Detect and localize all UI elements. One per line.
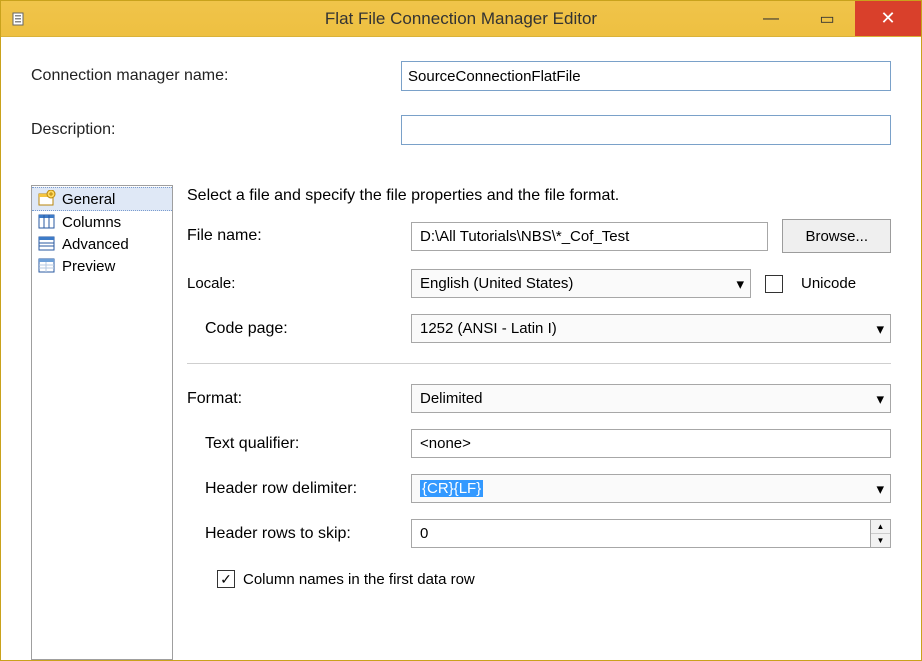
file-name-input[interactable]: D:\All Tutorials\NBS\*_Cof_Test <box>411 222 768 251</box>
text-qualifier-label: Text qualifier: <box>187 435 397 453</box>
page-nav: General Columns Advanced <box>31 185 173 660</box>
locale-dropdown[interactable]: English (United States) ▾ <box>411 269 751 298</box>
codepage-row: Code page: 1252 (ANSI - Latin I) ▾ <box>187 314 891 343</box>
text-qualifier-input[interactable]: <none> <box>411 429 891 458</box>
main-split: General Columns Advanced <box>31 185 891 660</box>
spin-up-icon: ▲ <box>877 522 885 531</box>
locale-label: Locale: <box>187 275 397 292</box>
sidebar-item-general[interactable]: General <box>32 187 172 211</box>
detail-panel: Select a file and specify the file prope… <box>187 185 891 660</box>
columns-icon <box>38 213 56 231</box>
sidebar-item-label: Advanced <box>62 236 129 253</box>
codepage-dropdown[interactable]: 1252 (ANSI - Latin I) ▾ <box>411 314 891 343</box>
header-rows-skip-label: Header rows to skip: <box>187 525 397 543</box>
sidebar-item-advanced[interactable]: Advanced <box>32 233 172 255</box>
chevron-down-icon: ▾ <box>736 275 744 293</box>
spin-up-button[interactable]: ▲ <box>871 520 890 534</box>
connection-name-label: Connection manager name: <box>31 67 401 85</box>
format-row: Format: Delimited ▾ <box>187 384 891 413</box>
spin-down-button[interactable]: ▼ <box>871 534 890 547</box>
format-dropdown[interactable]: Delimited ▾ <box>411 384 891 413</box>
client-area: Connection manager name: Description: Ge… <box>1 37 921 660</box>
connection-name-input[interactable] <box>401 61 891 91</box>
browse-button[interactable]: Browse... <box>782 219 891 253</box>
unicode-checkbox[interactable] <box>765 275 783 293</box>
format-label: Format: <box>187 390 397 408</box>
sidebar-item-preview[interactable]: Preview <box>32 255 172 277</box>
editor-window: Flat File Connection Manager Editor — ▭ … <box>0 0 922 661</box>
text-qualifier-row: Text qualifier: <none> <box>187 429 891 458</box>
codepage-value: 1252 (ANSI - Latin I) <box>420 320 557 337</box>
header-rows-skip-input[interactable] <box>411 519 871 548</box>
section-divider <box>187 363 891 364</box>
chevron-down-icon: ▾ <box>876 390 884 408</box>
description-input[interactable] <box>401 115 891 145</box>
header-rows-skip-spinner: ▲ ▼ <box>411 519 891 548</box>
header-rows-skip-row: Header rows to skip: ▲ ▼ <box>187 519 891 548</box>
window-buttons: — ▭ ✕ <box>743 1 921 36</box>
sidebar-item-label: Columns <box>62 214 121 231</box>
header-row-delim-value: {CR}{LF} <box>420 480 483 497</box>
general-icon <box>38 190 56 208</box>
instruction-text: Select a file and specify the file prope… <box>187 187 891 205</box>
minimize-button[interactable]: — <box>743 1 799 36</box>
format-value: Delimited <box>420 390 483 407</box>
maximize-icon: ▭ <box>819 9 834 29</box>
file-name-row: File name: D:\All Tutorials\NBS\*_Cof_Te… <box>187 219 891 253</box>
text-qualifier-value: <none> <box>420 435 471 452</box>
sidebar-item-columns[interactable]: Columns <box>32 211 172 233</box>
close-button[interactable]: ✕ <box>855 1 921 36</box>
check-icon: ✓ <box>220 571 232 588</box>
header-row-delim-label: Header row delimiter: <box>187 480 397 498</box>
locale-value: English (United States) <box>420 275 573 292</box>
col-names-checkbox[interactable]: ✓ <box>217 570 235 588</box>
app-icon <box>11 11 27 27</box>
advanced-icon <box>38 235 56 253</box>
sidebar-item-label: General <box>62 191 115 208</box>
col-names-row: ✓ Column names in the first data row <box>217 570 891 588</box>
top-fields: Connection manager name: Description: <box>31 61 891 145</box>
locale-row: Locale: English (United States) ▾ Unicod… <box>187 269 891 298</box>
maximize-button[interactable]: ▭ <box>799 1 855 36</box>
codepage-label: Code page: <box>187 320 397 338</box>
minimize-icon: — <box>763 10 779 28</box>
file-name-label: File name: <box>187 227 397 245</box>
description-label: Description: <box>31 121 401 139</box>
header-row-delim-dropdown[interactable]: {CR}{LF} ▾ <box>411 474 891 503</box>
close-icon: ✕ <box>880 8 895 29</box>
col-names-label: Column names in the first data row <box>243 571 475 588</box>
unicode-label: Unicode <box>801 275 856 292</box>
titlebar: Flat File Connection Manager Editor — ▭ … <box>1 1 921 37</box>
unicode-group: Unicode <box>765 275 891 293</box>
spin-buttons: ▲ ▼ <box>871 519 891 548</box>
header-row-delim-row: Header row delimiter: {CR}{LF} ▾ <box>187 474 891 503</box>
chevron-down-icon: ▾ <box>876 320 884 338</box>
chevron-down-icon: ▾ <box>876 480 884 498</box>
file-name-value: D:\All Tutorials\NBS\*_Cof_Test <box>420 228 629 245</box>
preview-icon <box>38 257 56 275</box>
spin-down-icon: ▼ <box>877 536 885 545</box>
sidebar-item-label: Preview <box>62 258 115 275</box>
